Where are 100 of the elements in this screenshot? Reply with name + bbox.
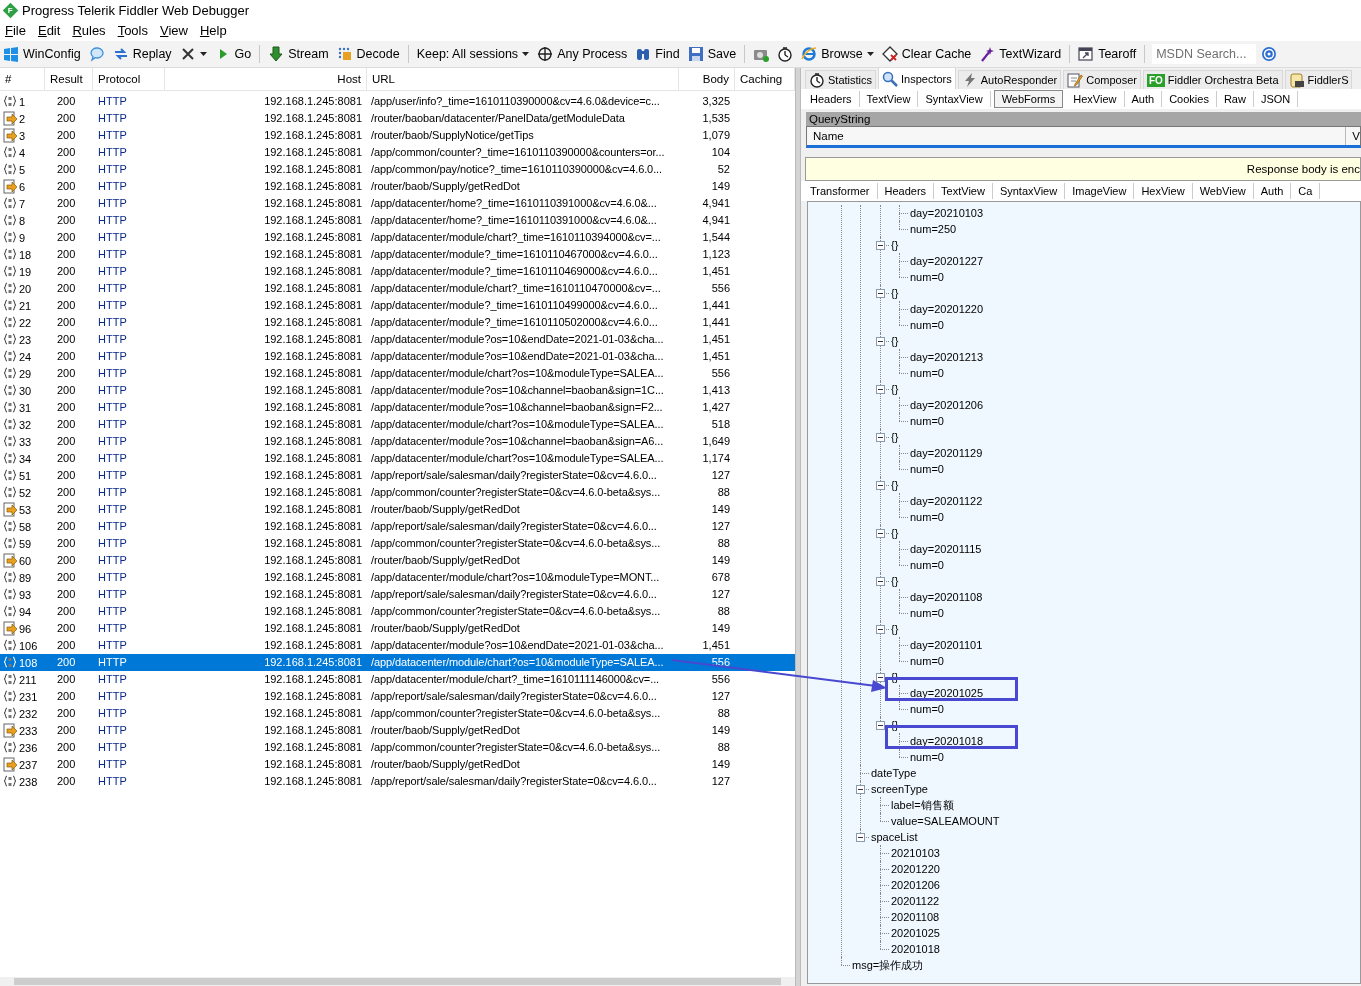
tree-node[interactable]: label=销售额 xyxy=(891,799,954,811)
table-row[interactable]: 21 200 HTTP 192.168.1.245:8081 /app/datacenter/module?_time=1610110499000&cv=4.6.0... 1,441 xyxy=(0,297,795,314)
table-row[interactable]: 53 200 HTTP 192.168.1.245:8081 /router/baob/Supply/getRedDot 149 xyxy=(0,501,795,518)
table-row[interactable]: 58 200 HTTP 192.168.1.245:8081 /app/report/sale/salesman/daily?registerState=0&cv=4.6.0... 127 xyxy=(0,518,795,535)
tree-node[interactable]: {} xyxy=(891,431,899,443)
tree-node[interactable]: msg=操作成功 xyxy=(852,959,924,971)
table-row[interactable]: 20 200 HTTP 192.168.1.245:8081 /app/datacenter/module/chart?_time=1610110470000&cv=... 556 xyxy=(0,280,795,297)
table-row[interactable]: 31 200 HTTP 192.168.1.245:8081 /app/datacenter/module?os=10&channel=baoban&sign=F2... 1,427 xyxy=(0,399,795,416)
table-row[interactable]: 93 200 HTTP 192.168.1.245:8081 /app/report/sale/salesman/daily?registerState=0&cv=4.6.0... 127 xyxy=(0,586,795,603)
table-row[interactable]: 236 200 HTTP 192.168.1.245:8081 /app/common/counter?registerState=0&cv=4.6.0-beta&sys... 88 xyxy=(0,739,795,756)
collapse-icon[interactable] xyxy=(876,625,885,634)
tree-node[interactable]: num=0 xyxy=(910,559,944,571)
column-header[interactable]: Body xyxy=(679,68,735,90)
tree-node[interactable]: num=0 xyxy=(910,751,944,763)
tree-node[interactable]: day=20201227 xyxy=(910,255,984,267)
tree-node[interactable]: 20201025 xyxy=(891,927,940,939)
toolbar-button[interactable]: Tearoff xyxy=(1075,43,1140,65)
tab[interactable]: Statistics xyxy=(805,70,876,89)
tree-node[interactable]: num=0 xyxy=(910,607,944,619)
tree-node[interactable]: day=20201206 xyxy=(910,399,984,411)
collapse-icon[interactable] xyxy=(876,673,885,682)
toolbar-button[interactable]: Decode xyxy=(333,43,403,65)
tree-node[interactable]: {} xyxy=(891,287,899,299)
tab[interactable]: ImageView xyxy=(1065,183,1135,199)
table-row[interactable]: 30 200 HTTP 192.168.1.245:8081 /app/datacenter/module?os=10&channel=baoban&sign=1C... 1,413 xyxy=(0,382,795,399)
tree-node[interactable]: value=SALEAMOUNT xyxy=(891,815,1000,827)
tree-node[interactable]: num=0 xyxy=(910,415,944,427)
tab[interactable]: SyntaxView xyxy=(992,183,1066,199)
table-row[interactable]: 7 200 HTTP 192.168.1.245:8081 /app/datacenter/home?_time=1610110391000&cv=4.6.0&... 4,941 xyxy=(0,195,795,212)
collapse-icon[interactable] xyxy=(876,529,885,538)
toolbar-button[interactable]: Find xyxy=(632,43,683,65)
menu-item[interactable]: File xyxy=(0,22,33,40)
table-row[interactable]: 237 200 HTTP 192.168.1.245:8081 /router/baob/Supply/getRedDot 149 xyxy=(0,756,795,773)
menu-item[interactable]: Edit xyxy=(32,22,68,40)
tree-node[interactable]: {} xyxy=(891,623,899,635)
tree-node[interactable]: 20201206 xyxy=(891,879,940,891)
table-row[interactable]: 9 200 HTTP 192.168.1.245:8081 /app/datacenter/module/chart?_time=1610110394000&cv=... 1,544 xyxy=(0,229,795,246)
tab[interactable]: Headers xyxy=(803,91,860,107)
collapse-icon[interactable] xyxy=(876,337,885,346)
collapse-icon[interactable] xyxy=(856,833,865,842)
column-header[interactable]: # xyxy=(0,68,45,90)
tab[interactable]: TextView xyxy=(934,183,993,199)
tab[interactable]: Transformer xyxy=(803,183,878,199)
tree-node[interactable]: {} xyxy=(891,239,899,251)
toolbar-button[interactable]: Keep: All sessions xyxy=(413,43,533,65)
table-row[interactable]: 23 200 HTTP 192.168.1.245:8081 /app/datacenter/module?os=10&endDate=2021-01-03&cha... 1,451 xyxy=(0,331,795,348)
table-row[interactable]: 106 200 HTTP 192.168.1.245:8081 /app/datacenter/module?os=10&endDate=2021-01-03&cha... 1,451 xyxy=(0,637,795,654)
column-header[interactable]: Name xyxy=(807,127,1347,145)
tab[interactable]: WebForms xyxy=(993,90,1064,108)
tree-node[interactable]: day=20201115 xyxy=(910,543,982,555)
table-row[interactable]: 29 200 HTTP 192.168.1.245:8081 /app/datacenter/module/chart?os=10&moduleType=SALEA... 556 xyxy=(0,365,795,382)
tree-node[interactable]: 20201108 xyxy=(891,911,940,923)
table-row[interactable]: 22 200 HTTP 192.168.1.245:8081 /app/datacenter/module?_time=1610110502000&cv=4.6.0... 1,441 xyxy=(0,314,795,331)
menu-item[interactable]: View xyxy=(155,22,195,40)
collapse-icon[interactable] xyxy=(876,433,885,442)
table-row[interactable]: 233 200 HTTP 192.168.1.245:8081 /router/baob/Supply/getRedDot 149 xyxy=(0,722,795,739)
table-row[interactable]: 4 200 HTTP 192.168.1.245:8081 /app/common/counter?_time=1610110390000&counters=or... 104 xyxy=(0,144,795,161)
tree-node[interactable]: day=20201018 xyxy=(910,735,984,747)
tree-node[interactable]: spaceList xyxy=(871,831,918,843)
tree-node[interactable]: num=0 xyxy=(910,271,944,283)
tree-node[interactable]: {} xyxy=(891,575,899,587)
tree-node[interactable]: dateType xyxy=(871,767,917,779)
tree-node[interactable]: day=20201129 xyxy=(910,447,983,459)
tree-node[interactable]: day=20201122 xyxy=(910,495,983,507)
table-row[interactable]: 1 200 HTTP 192.168.1.245:8081 /app/user/info?_time=1610110390000&cv=4.6.0&device=c... 3,325 xyxy=(0,93,795,110)
table-row[interactable]: 238 200 HTTP 192.168.1.245:8081 /app/report/sale/salesman/daily?registerState=0&cv=4.6.0... 127 xyxy=(0,773,795,790)
tab[interactable]: Inspectors xyxy=(878,68,956,89)
tab[interactable]: Auth xyxy=(1124,91,1163,107)
tree-node[interactable]: {} xyxy=(891,527,899,539)
column-header[interactable]: Protocol xyxy=(93,68,165,90)
table-row[interactable]: 32 200 HTTP 192.168.1.245:8081 /app/datacenter/module/chart?os=10&moduleType=SALEA... 518 xyxy=(0,416,795,433)
tree-node[interactable]: 20201122 xyxy=(891,895,940,907)
tree-node[interactable]: num=0 xyxy=(910,367,944,379)
tree-node[interactable]: screenType xyxy=(871,783,928,795)
tab[interactable]: FiddlerS xyxy=(1284,70,1353,89)
tree-node[interactable]: 20201018 xyxy=(891,943,940,955)
tab[interactable]: Headers xyxy=(877,183,935,199)
column-header[interactable]: URL xyxy=(367,68,679,90)
table-row[interactable]: 33 200 HTTP 192.168.1.245:8081 /app/datacenter/module?os=10&channel=baoban&sign=A6... 1,649 xyxy=(0,433,795,450)
table-row[interactable]: 19 200 HTTP 192.168.1.245:8081 /app/datacenter/module?_time=1610110469000&cv=4.6.0... 1,451 xyxy=(0,263,795,280)
table-row[interactable]: 2 200 HTTP 192.168.1.245:8081 /router/baoban/datacenter/PanelData/getModuleData 1,535 xyxy=(0,110,795,127)
tab[interactable]: TextView xyxy=(859,91,919,107)
toolbar-button[interactable]: TextWizard xyxy=(976,43,1065,65)
tree-node[interactable]: num=0 xyxy=(910,703,944,715)
tree-node[interactable]: 20210103 xyxy=(891,847,940,859)
toolbar-button[interactable]: Any Process xyxy=(534,43,631,65)
table-row[interactable]: 3 200 HTTP 192.168.1.245:8081 /router/baob/SupplyNotice/getTips 1,079 xyxy=(0,127,795,144)
table-row[interactable]: 96 200 HTTP 192.168.1.245:8081 /router/baob/Supply/getRedDot 149 xyxy=(0,620,795,637)
tree-node[interactable]: num=0 xyxy=(910,655,944,667)
table-row[interactable]: 231 200 HTTP 192.168.1.245:8081 /app/report/sale/salesman/daily?registerState=0&cv=4.6.0... 127 xyxy=(0,688,795,705)
table-row[interactable]: 5 200 HTTP 192.168.1.245:8081 /app/common/pay/notice?_time=1610110390000&cv=4.6.0... 52 xyxy=(0,161,795,178)
tree-node[interactable]: {} xyxy=(891,335,899,347)
tree-node[interactable]: day=20201101 xyxy=(910,639,983,651)
toolbar-button[interactable]: Go xyxy=(211,43,255,65)
collapse-icon[interactable] xyxy=(856,785,865,794)
toolbar-button[interactable]: Stream xyxy=(265,43,332,65)
tab[interactable]: SyntaxView xyxy=(918,91,991,107)
tree-node[interactable]: day=20210103 xyxy=(910,207,984,219)
tree-node[interactable]: 20201220 xyxy=(891,863,940,875)
tree-node[interactable]: num=250 xyxy=(910,223,957,235)
